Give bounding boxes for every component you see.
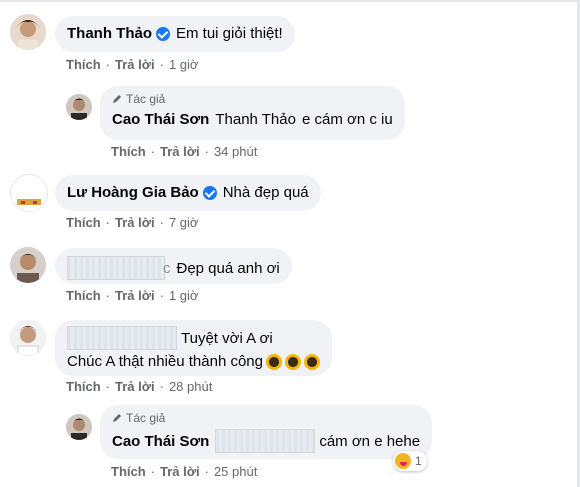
pencil-icon [113, 414, 121, 422]
comment-bubble-2: Lư Hoàng Gia Bảo Nhà đẹp quá [55, 175, 321, 211]
reaction-count: 1 [415, 454, 422, 468]
sunflower-emoji-icon [285, 353, 301, 370]
separator: · [105, 288, 111, 303]
comment-text: Em tui giỏi thiệt! [176, 25, 283, 42]
comment-actions-3: Thích · Trả lời · 1 giờ [66, 288, 198, 303]
separator: · [150, 464, 156, 479]
comment-text-line2: Chúc A thật nhiều thành công [67, 353, 263, 370]
like-button[interactable]: Thích [66, 288, 101, 303]
reply-button[interactable]: Trả lời [115, 215, 155, 230]
avatar-cao-thai-son[interactable] [66, 94, 92, 120]
reply-button[interactable]: Trả lời [115, 57, 155, 72]
timestamp[interactable]: 28 phút [169, 379, 212, 394]
like-button[interactable]: Thích [66, 215, 101, 230]
author-tag: Tác giả [112, 92, 393, 106]
comment-bubble-4: Tuyệt vời A ơi Chúc A thật nhiều thành c… [55, 320, 332, 376]
separator: · [159, 57, 164, 72]
reply-button[interactable]: Trả lời [115, 288, 155, 303]
reply-bubble-1: Tác giả Cao Thái Sơn Thanh Thảo e cám ơn… [100, 86, 405, 140]
timestamp[interactable]: 1 giờ [169, 57, 199, 72]
separator: · [204, 144, 209, 159]
avatar-commenter-4[interactable] [10, 320, 46, 356]
separator: · [159, 379, 164, 394]
mention-link[interactable]: Thanh Thảo [215, 110, 296, 129]
verified-badge-icon [202, 185, 217, 200]
separator: · [150, 144, 156, 159]
reply-button[interactable]: Trả lời [160, 144, 200, 159]
avatar-thanh-thao[interactable] [10, 14, 46, 50]
timestamp[interactable]: 25 phút [214, 464, 257, 479]
reply-actions-2: Thích · Trả lời · 25 phút [111, 464, 257, 479]
commenter-name-fragment[interactable]: c [163, 259, 171, 278]
commenter-name[interactable]: Lư Hoàng Gia Bảo [67, 183, 199, 202]
separator: · [204, 464, 209, 479]
comment-text: Đẹp quá anh ơi [176, 259, 280, 277]
separator: · [105, 379, 111, 394]
comment-actions-1: Thích · Trả lời · 1 giờ [66, 57, 198, 72]
avatar-lu-hoang-gia-bao[interactable] [10, 174, 48, 212]
comment-bubble-3: c Đẹp quá anh ơi [55, 248, 292, 284]
reply-bubble-2: Tác giả Cao Thái Sơn cám ơn e hehe [100, 405, 433, 459]
comment-actions-2: Thích · Trả lời · 7 giờ [66, 215, 198, 230]
separator: · [105, 215, 111, 230]
sunflower-emoji-icon [266, 353, 282, 370]
verified-badge-icon [156, 26, 170, 41]
author-tag: Tác giả [112, 411, 420, 425]
timestamp[interactable]: 34 phút [214, 144, 257, 159]
comment-bubble-1: Thanh Thảo Em tui giỏi thiệt! [55, 16, 295, 52]
separator: · [159, 215, 164, 230]
redacted-name [67, 326, 177, 350]
comment-actions-4: Thích · Trả lời · 28 phút [66, 379, 212, 394]
sunflower-emoji-icon [304, 353, 320, 370]
commenter-name[interactable]: Thanh Thảo [67, 24, 152, 43]
reply-button[interactable]: Trả lời [160, 464, 200, 479]
commenter-name[interactable]: Cao Thái Sơn [112, 432, 209, 451]
reaction-summary[interactable]: 1 [393, 451, 427, 471]
comment-text: e cám ơn c iu [301, 111, 393, 128]
redacted-mention [215, 429, 316, 453]
author-tag-label: Tác giả [126, 411, 166, 425]
author-tag-label: Tác giả [126, 92, 166, 106]
avatar-cao-thai-son[interactable] [66, 414, 92, 440]
comment-text-line1: Tuyệt vời A ơi [181, 329, 273, 347]
like-button[interactable]: Thích [66, 57, 101, 72]
separator: · [105, 57, 111, 72]
haha-reaction-icon [395, 453, 411, 469]
reply-button[interactable]: Trả lời [115, 379, 155, 394]
timestamp[interactable]: 7 giờ [169, 215, 199, 230]
separator: · [159, 288, 164, 303]
top-divider [0, 0, 580, 2]
like-button[interactable]: Thích [111, 464, 146, 479]
like-button[interactable]: Thích [66, 379, 101, 394]
pencil-icon [113, 95, 121, 103]
comment-text: cám ơn e hehe [319, 432, 421, 450]
commenter-name[interactable]: Cao Thái Sơn [112, 110, 209, 129]
comment-text: Nhà đẹp quá [222, 184, 309, 201]
reply-actions-1: Thích · Trả lời · 34 phút [111, 144, 257, 159]
timestamp[interactable]: 1 giờ [169, 288, 199, 303]
redacted-name [67, 256, 165, 280]
like-button[interactable]: Thích [111, 144, 146, 159]
avatar-commenter-3[interactable] [10, 247, 46, 283]
